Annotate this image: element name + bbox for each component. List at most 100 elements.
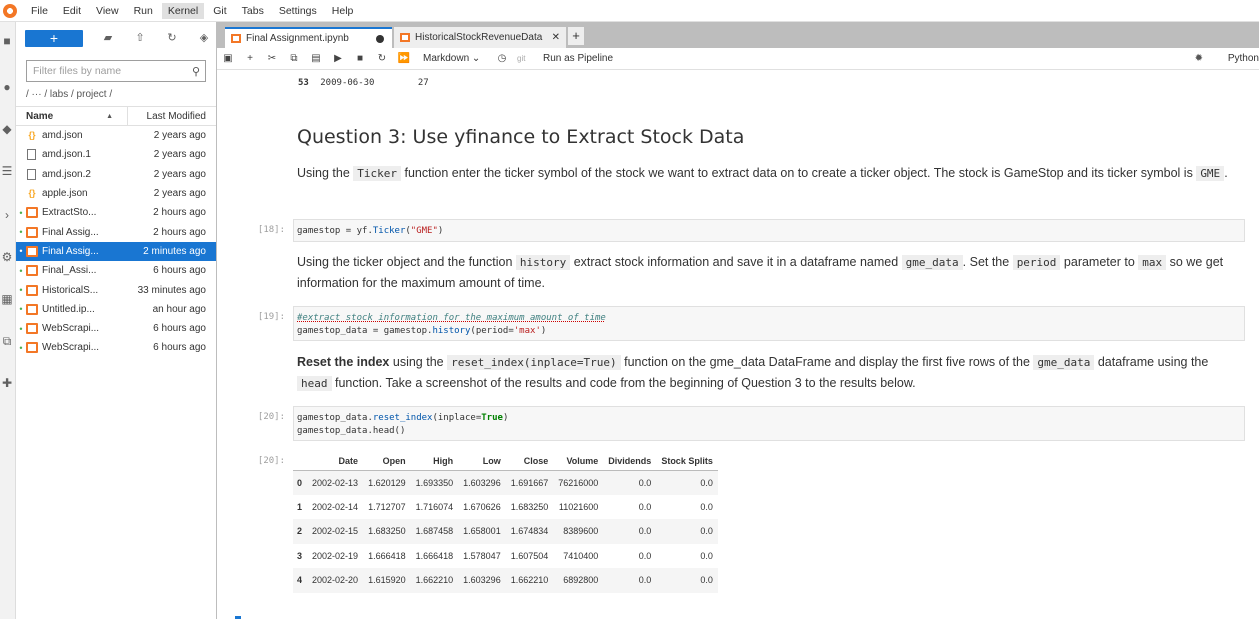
running-icon[interactable]: ● <box>0 80 14 94</box>
menu-help[interactable]: Help <box>326 3 360 19</box>
code-cell-19[interactable]: #extract stock information for the maxim… <box>293 306 1245 341</box>
code-function: Ticker <box>372 226 406 236</box>
file-row[interactable]: amd.json.2 2 years ago <box>16 165 216 184</box>
dataframe-body: 0 2002-02-13 1.620129 1.693350 1.603296 1.691… <box>293 470 718 593</box>
dataframe-header-row: Date Open High Low Close Volume Dividends Stock… <box>293 452 718 471</box>
git-icon[interactable]: ◆ <box>0 122 14 136</box>
upload-icon[interactable]: ⇧ <box>131 29 149 47</box>
file-row[interactable]: • Final_Assi... 6 hours ago <box>16 261 216 280</box>
git-diff-button[interactable]: git <box>517 54 539 63</box>
table-row: 1 2002-02-14 1.712707 1.716074 1.670626 1.683… <box>293 495 718 520</box>
table-cell: 3 <box>297 550 303 561</box>
code-cell-20[interactable]: gamestop_data.reset_index(inplace=True) … <box>293 406 1245 441</box>
file-row[interactable]: • HistoricalS... 33 minutes ago <box>16 280 216 299</box>
file-row[interactable]: • ExtractSto... 2 hours ago <box>16 203 216 222</box>
add-tab-button[interactable]: + <box>568 27 584 45</box>
clock-icon[interactable]: ◷ <box>491 53 513 64</box>
menu-view[interactable]: View <box>90 3 125 19</box>
save-icon[interactable]: ▣ <box>217 53 239 64</box>
file-filter: ⚲ <box>26 60 206 82</box>
restart-icon[interactable]: ↻ <box>371 53 393 64</box>
file-filter-input[interactable] <box>27 65 187 77</box>
file-list: {} amd.json 2 years ago amd.json.1 2 years a… <box>16 126 216 358</box>
file-row[interactable]: {} amd.json 2 years ago <box>16 126 216 145</box>
file-row[interactable]: amd.json.1 2 years ago <box>16 145 216 164</box>
column-name[interactable]: Name ▲ <box>16 107 128 125</box>
breadcrumb[interactable]: / ··· / labs / project / <box>16 82 216 106</box>
table-cell: 1.716074 <box>415 501 454 512</box>
table-cell: 2002-02-13 <box>307 470 364 495</box>
table-cell: 0.0 <box>638 501 652 512</box>
restart-run-all-icon[interactable]: ⏩ <box>393 53 415 64</box>
sort-ascending-icon: ▲ <box>106 113 113 120</box>
markdown-cell-1[interactable]: Using the Ticker function enter the tick… <box>297 163 1237 184</box>
file-row[interactable]: • WebScrapi... 6 hours ago <box>16 338 216 357</box>
extension-icon[interactable]: ⚙ <box>0 250 14 264</box>
table-of-contents-icon[interactable]: ☰ <box>0 164 14 178</box>
property-inspector-icon[interactable]: › <box>0 208 14 222</box>
file-name: ExtractSto... <box>42 207 97 219</box>
menu-tabs[interactable]: Tabs <box>236 3 270 19</box>
cut-icon[interactable]: ✂ <box>261 53 283 64</box>
running-indicator-icon: • <box>19 304 23 315</box>
cell-type-select[interactable]: Markdown ⌄ <box>423 53 491 64</box>
tabs-icon[interactable]: ⧉ <box>0 334 14 348</box>
md-text: Using the <box>297 166 354 180</box>
new-folder-icon[interactable]: ▰ <box>99 29 117 47</box>
tab-historical-stock[interactable]: HistoricalStockRevenueData ✕ <box>394 27 566 48</box>
menu-edit[interactable]: Edit <box>57 3 87 19</box>
file-modified: 6 hours ago <box>153 323 206 335</box>
code-cell-18[interactable]: gamestop = yf.Ticker("GME") <box>293 219 1245 242</box>
run-icon[interactable]: ▶ <box>327 53 349 64</box>
git-clone-icon[interactable]: ◈ <box>195 29 213 47</box>
file-name: amd.json.2 <box>42 168 91 180</box>
stop-icon[interactable]: ■ <box>349 53 371 64</box>
menu-settings[interactable]: Settings <box>273 3 323 19</box>
md-code: gme_data <box>1033 355 1095 370</box>
file-modified: 2 years ago <box>153 188 206 200</box>
file-row[interactable]: {} apple.json 2 years ago <box>16 184 216 203</box>
new-launcher-button[interactable]: + <box>25 29 83 47</box>
markdown-cell-2[interactable]: Using the ticker object and the function… <box>297 252 1237 293</box>
code-text: gamestop_data = gamestop. <box>297 326 433 336</box>
table-cell: 1.666418 <box>368 550 406 561</box>
markdown-cell-3[interactable]: Reset the index using the reset_index(in… <box>297 352 1237 394</box>
puzzle-icon[interactable]: ✚ <box>0 376 14 390</box>
table-cell: 1.662210 <box>410 568 459 593</box>
file-row[interactable]: • Untitled.ip... an hour ago <box>16 300 216 319</box>
file-row[interactable]: • WebScrapi... 6 hours ago <box>16 319 216 338</box>
table-cell: 1.662210 <box>505 568 554 593</box>
folder-icon[interactable]: ■ <box>0 34 14 48</box>
notebook-icon <box>26 303 38 315</box>
kernel-name[interactable]: Python <box>1228 53 1259 64</box>
menu-run[interactable]: Run <box>128 3 159 19</box>
tab-final-assignment[interactable]: Final Assignment.ipynb <box>225 27 392 48</box>
close-icon[interactable]: ✕ <box>552 32 560 43</box>
menu-git[interactable]: Git <box>207 3 232 19</box>
file-row[interactable]: • Final Assig... 2 minutes ago <box>16 241 216 262</box>
table-cell: 1 <box>297 501 303 512</box>
insert-cell-icon[interactable]: + <box>239 53 261 64</box>
table-cell: 1.683250 <box>510 501 549 512</box>
column-last-modified[interactable]: Last Modified <box>128 111 216 122</box>
table-cell: 1.666418 <box>415 550 454 561</box>
unsaved-indicator-icon[interactable] <box>376 35 384 43</box>
paste-icon[interactable]: ▤ <box>305 53 327 64</box>
refresh-icon[interactable]: ↻ <box>163 29 181 47</box>
table-cell: 1.691667 <box>505 470 554 495</box>
menu-kernel[interactable]: Kernel <box>161 2 205 19</box>
copy-icon[interactable]: ⧉ <box>283 53 305 64</box>
md-text: . Set the <box>962 255 1013 269</box>
table-cell: 1.658001 <box>458 519 506 544</box>
table-cell: 1.607504 <box>510 550 549 561</box>
commands-icon[interactable]: ▦ <box>0 292 14 306</box>
file-modified: 2 years ago <box>153 130 206 142</box>
menu-file[interactable]: File <box>25 3 54 19</box>
file-row[interactable]: • Final Assig... 2 hours ago <box>16 222 216 241</box>
debugger-icon[interactable]: ✹ <box>1195 53 1203 64</box>
running-indicator-icon: • <box>19 323 23 334</box>
notebook-icon <box>26 226 38 238</box>
breadcrumb-text[interactable]: / ··· / labs / project / <box>26 89 112 100</box>
run-as-pipeline-button[interactable]: Run as Pipeline <box>543 53 613 64</box>
notebook-icon <box>400 33 410 42</box>
